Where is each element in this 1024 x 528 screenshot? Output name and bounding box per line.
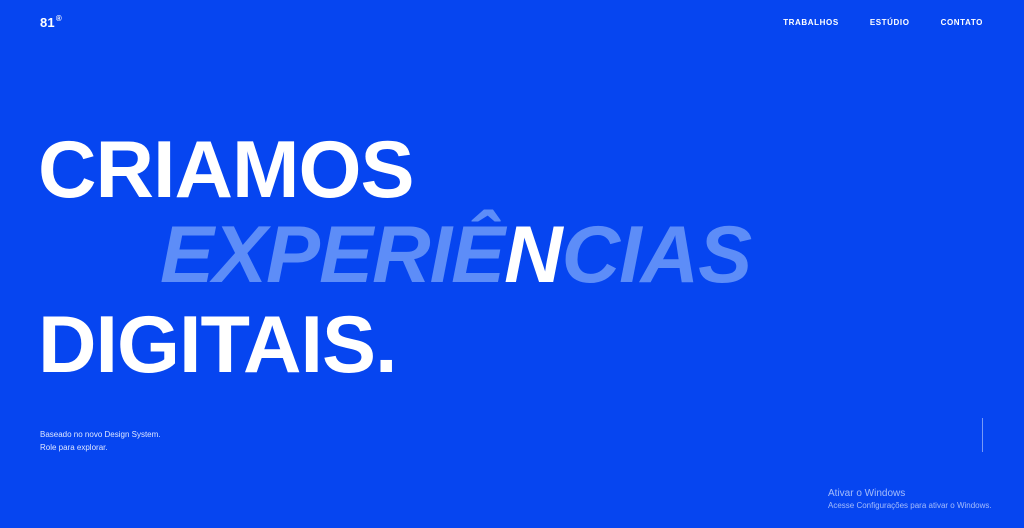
headline-line-3: DIGITAIS. <box>38 300 398 390</box>
headline-line-1: CRIAMOS <box>38 125 414 215</box>
headline-line-2: EXPERIÊNCIAS <box>160 215 752 296</box>
tagline: Baseado no novo Design System. Role para… <box>40 428 161 454</box>
headline-line-2-start: EXPERIÊ <box>160 210 505 300</box>
watermark-title: Ativar o Windows <box>828 488 906 499</box>
watermark-subtitle: Acesse Configurações para ativar o Windo… <box>828 501 992 510</box>
headline-highlight-letter: N <box>504 210 562 300</box>
scroll-indicator <box>982 418 983 452</box>
headline-line-2-end: CIAS <box>561 210 753 300</box>
tagline-line-1: Baseado no novo Design System. <box>40 430 161 439</box>
tagline-line-2: Role para explorar. <box>40 443 108 452</box>
windows-activation-watermark: Ativar o Windows Acesse Configurações pa… <box>828 488 992 511</box>
